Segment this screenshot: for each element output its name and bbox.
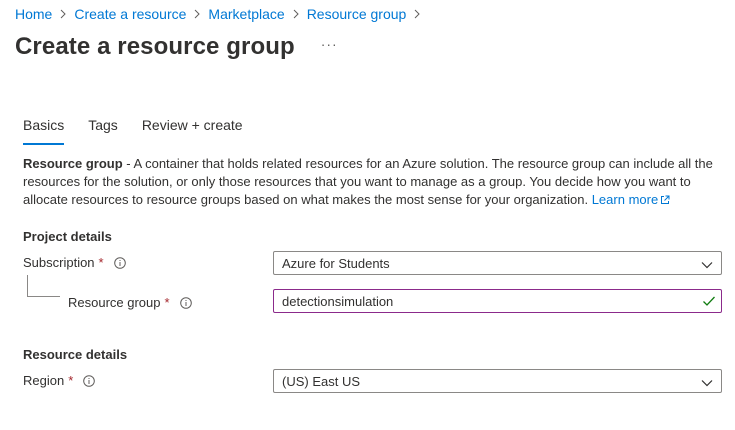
project-details-heading: Project details bbox=[23, 229, 112, 244]
region-label: Region bbox=[23, 373, 65, 388]
learn-more-label: Learn more bbox=[591, 192, 659, 207]
resource-group-field[interactable] bbox=[273, 289, 722, 313]
chevron-down-icon bbox=[701, 376, 713, 391]
subscription-label: Subscription bbox=[23, 255, 95, 270]
description-term: Resource group bbox=[23, 156, 123, 171]
resource-group-label-row: Resource group * bbox=[68, 295, 192, 310]
tree-connector-vertical bbox=[27, 275, 28, 296]
subscription-value: Azure for Students bbox=[282, 255, 390, 271]
breadcrumb-resource-group[interactable]: Resource group bbox=[307, 6, 407, 22]
info-icon[interactable] bbox=[113, 256, 126, 269]
tab-tags[interactable]: Tags bbox=[88, 117, 118, 137]
required-marker: * bbox=[164, 295, 170, 310]
chevron-down-icon bbox=[701, 258, 713, 273]
resource-group-label: Resource group bbox=[68, 295, 161, 310]
required-marker: * bbox=[98, 255, 104, 270]
resource-details-heading: Resource details bbox=[23, 347, 128, 362]
breadcrumb-home[interactable]: Home bbox=[15, 6, 52, 22]
breadcrumb-create-a-resource[interactable]: Create a resource bbox=[74, 6, 186, 22]
info-icon[interactable] bbox=[83, 374, 96, 387]
subscription-dropdown[interactable]: Azure for Students bbox=[273, 251, 722, 275]
tree-connector-horizontal bbox=[27, 296, 60, 297]
chevron-right-icon bbox=[186, 5, 208, 23]
breadcrumb-marketplace[interactable]: Marketplace bbox=[208, 6, 284, 22]
description-text: Resource group - A container that holds … bbox=[23, 155, 728, 210]
chevron-right-icon bbox=[52, 5, 74, 23]
tab-review-create[interactable]: Review + create bbox=[142, 117, 243, 137]
more-options-button[interactable]: ··· bbox=[321, 36, 338, 52]
page-title: Create a resource group bbox=[15, 33, 295, 60]
page-header: Create a resource group ··· bbox=[15, 33, 338, 61]
region-value: (US) East US bbox=[282, 373, 361, 389]
chevron-right-icon bbox=[406, 5, 428, 23]
region-label-row: Region * bbox=[23, 373, 96, 388]
subscription-label-row: Subscription * bbox=[23, 255, 126, 270]
info-icon[interactable] bbox=[179, 296, 192, 309]
external-link-icon bbox=[660, 192, 670, 210]
resource-group-input[interactable] bbox=[282, 293, 682, 309]
tab-bar: Basics Tags Review + create bbox=[23, 117, 243, 149]
chevron-right-icon bbox=[285, 5, 307, 23]
tab-basics[interactable]: Basics bbox=[23, 117, 65, 145]
breadcrumb: Home Create a resource Marketplace Resou… bbox=[15, 5, 428, 23]
region-dropdown[interactable]: (US) East US bbox=[273, 369, 722, 393]
learn-more-link[interactable]: Learn more bbox=[592, 192, 670, 207]
required-marker: * bbox=[68, 373, 74, 388]
checkmark-icon bbox=[702, 295, 716, 310]
